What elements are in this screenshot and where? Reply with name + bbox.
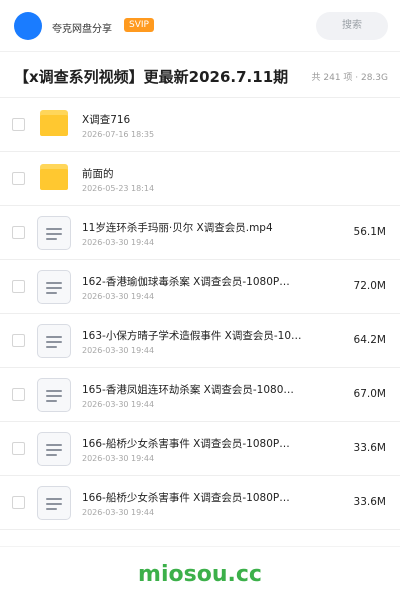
file-list: X调查716 2026-07-16 18:35 前面的 2026-05-23 1… — [0, 98, 400, 530]
list-item[interactable]: 166-船桥少女杀害事件 X调查会员-1080P… 2026-03-30 19:… — [0, 422, 400, 476]
select-checkbox[interactable] — [12, 334, 25, 347]
share-name: 夸克网盘分享 — [52, 24, 112, 35]
folder-icon — [37, 108, 71, 142]
file-date: 2026-07-16 18:35 — [82, 130, 155, 139]
file-size: 64.2M — [353, 334, 386, 346]
file-summary: 共 241 项 · 28.3G — [311, 73, 389, 83]
list-item[interactable]: 166-船桥少女杀害事件 X调查会员-1080P… 2026-03-30 19:… — [0, 476, 400, 530]
list-item[interactable]: 162-香港瑜伽球毒杀案 X调查会员-1080P… 2026-03-30 19:… — [0, 260, 400, 314]
site-watermark: miosou.cc — [138, 562, 262, 587]
file-name: 163-小保方晴子学术造假事件 X调查会员-10… — [82, 330, 302, 342]
list-item[interactable]: 前面的 2026-05-23 18:14 — [0, 152, 400, 206]
document-icon — [37, 378, 71, 412]
document-icon — [37, 486, 71, 520]
file-size: 72.0M — [353, 280, 386, 292]
list-item[interactable]: 163-小保方晴子学术造假事件 X调查会员-10… 2026-03-30 19:… — [0, 314, 400, 368]
file-size: 33.6M — [353, 442, 386, 454]
header-bar: 夸克网盘分享 SVIP 搜索 — [0, 0, 400, 52]
file-size: 56.1M — [353, 226, 386, 238]
file-name: 162-香港瑜伽球毒杀案 X调查会员-1080P… — [82, 276, 290, 288]
file-size: 67.0M — [353, 388, 386, 400]
document-icon — [37, 216, 71, 250]
list-item[interactable]: X调查716 2026-07-16 18:35 — [0, 98, 400, 152]
select-checkbox[interactable] — [12, 442, 25, 455]
select-checkbox[interactable] — [12, 118, 25, 131]
title-row: 【x调查系列视频】更最新2026.7.11期 共 241 项 · 28.3G — [0, 52, 400, 98]
select-checkbox[interactable] — [12, 388, 25, 401]
select-checkbox[interactable] — [12, 280, 25, 293]
avatar[interactable] — [14, 12, 42, 40]
file-date: 2026-03-30 19:44 — [82, 292, 155, 301]
file-name: X调查716 — [82, 114, 131, 126]
file-date: 2026-03-30 19:44 — [82, 346, 155, 355]
file-name: 前面的 — [82, 168, 114, 180]
page-title: 【x调查系列视频】更最新2026.7.11期 — [14, 68, 289, 86]
list-item[interactable]: 165-香港凤姐连环劫杀案 X调查会员-1080… 2026-03-30 19:… — [0, 368, 400, 422]
file-name: 165-香港凤姐连环劫杀案 X调查会员-1080… — [82, 384, 294, 396]
file-date: 2026-03-30 19:44 — [82, 508, 155, 517]
document-icon — [37, 270, 71, 304]
file-name: 166-船桥少女杀害事件 X调查会员-1080P… — [82, 492, 290, 504]
select-checkbox[interactable] — [12, 172, 25, 185]
file-size: 33.6M — [353, 496, 386, 508]
search-button[interactable]: 搜索 — [316, 12, 388, 40]
file-date: 2026-03-30 19:44 — [82, 238, 155, 247]
file-name: 11岁连环杀手玛丽·贝尔 X调查会员.mp4 — [82, 222, 273, 234]
file-name: 166-船桥少女杀害事件 X调查会员-1080P… — [82, 438, 290, 450]
select-checkbox[interactable] — [12, 226, 25, 239]
list-item[interactable]: 11岁连环杀手玛丽·贝尔 X调查会员.mp4 2026-03-30 19:44 … — [0, 206, 400, 260]
document-icon — [37, 324, 71, 358]
file-date: 2026-03-30 19:44 — [82, 454, 155, 463]
select-checkbox[interactable] — [12, 496, 25, 509]
footer-divider — [0, 546, 400, 547]
file-date: 2026-05-23 18:14 — [82, 184, 155, 193]
file-date: 2026-03-30 19:44 — [82, 400, 155, 409]
folder-icon — [37, 162, 71, 196]
document-icon — [37, 432, 71, 466]
svip-badge: SVIP — [124, 18, 154, 32]
